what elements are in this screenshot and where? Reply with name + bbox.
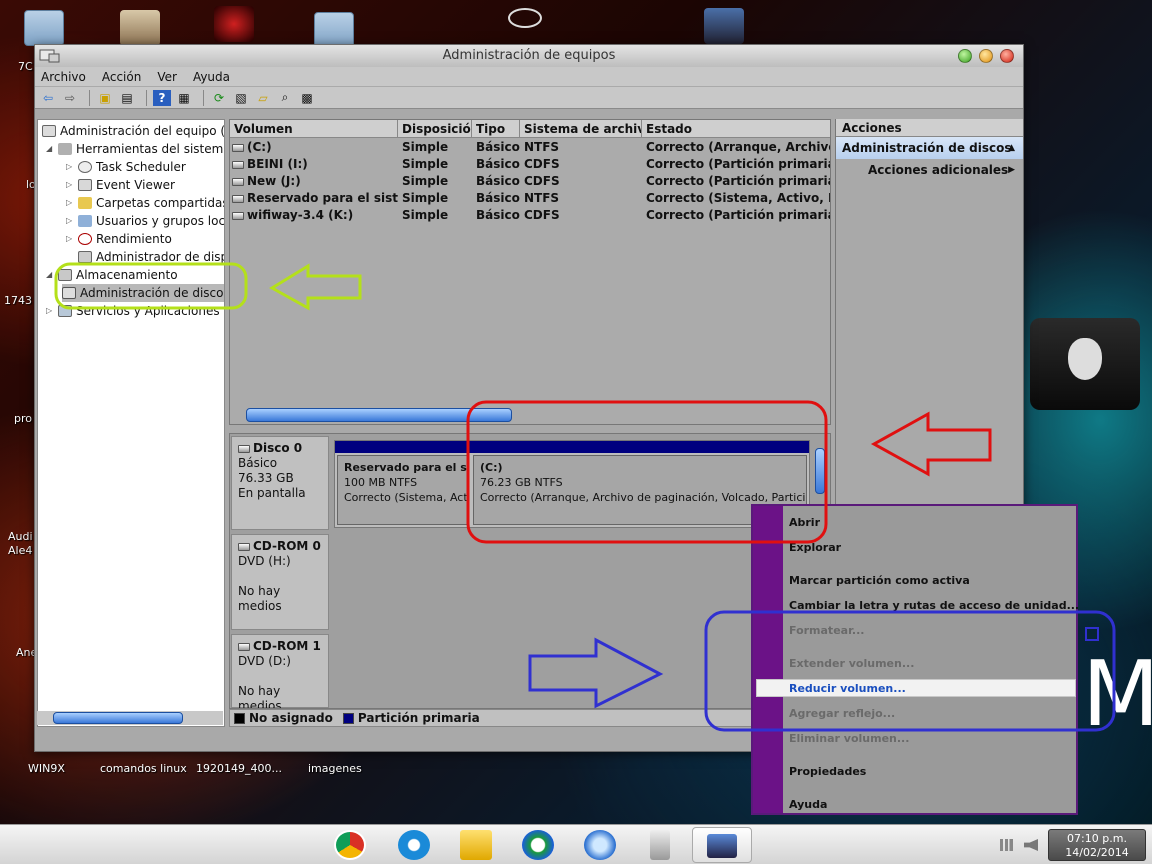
green-highlight-box <box>54 262 248 310</box>
annotation-overlay <box>54 262 1116 732</box>
file-explorer-icon[interactable] <box>460 830 492 860</box>
usb-drive-icon[interactable] <box>650 830 670 860</box>
system-clock[interactable]: 07:10 p.m. 14/02/2014 <box>1048 829 1146 861</box>
taskbar: 07:10 p.m. 14/02/2014 <box>0 824 1152 864</box>
media-player-icon[interactable] <box>522 830 554 860</box>
blue-highlight-box <box>704 610 1116 732</box>
clock-date: 14/02/2014 <box>1065 846 1129 859</box>
computer-management-task-icon <box>707 834 737 858</box>
itunes-icon[interactable] <box>584 830 616 860</box>
chrome-icon[interactable] <box>334 830 366 860</box>
blue-small-square <box>1085 627 1099 641</box>
blue-arrow <box>528 637 664 709</box>
taskbar-active-app[interactable] <box>692 827 752 863</box>
clock-time: 07:10 p.m. <box>1067 832 1127 845</box>
network-icon[interactable] <box>1000 839 1016 851</box>
green-arrow <box>269 263 362 311</box>
red-highlight-box <box>466 400 828 544</box>
red-arrow <box>870 411 992 477</box>
internet-explorer-icon[interactable] <box>398 830 430 860</box>
volume-icon[interactable] <box>1024 839 1038 851</box>
